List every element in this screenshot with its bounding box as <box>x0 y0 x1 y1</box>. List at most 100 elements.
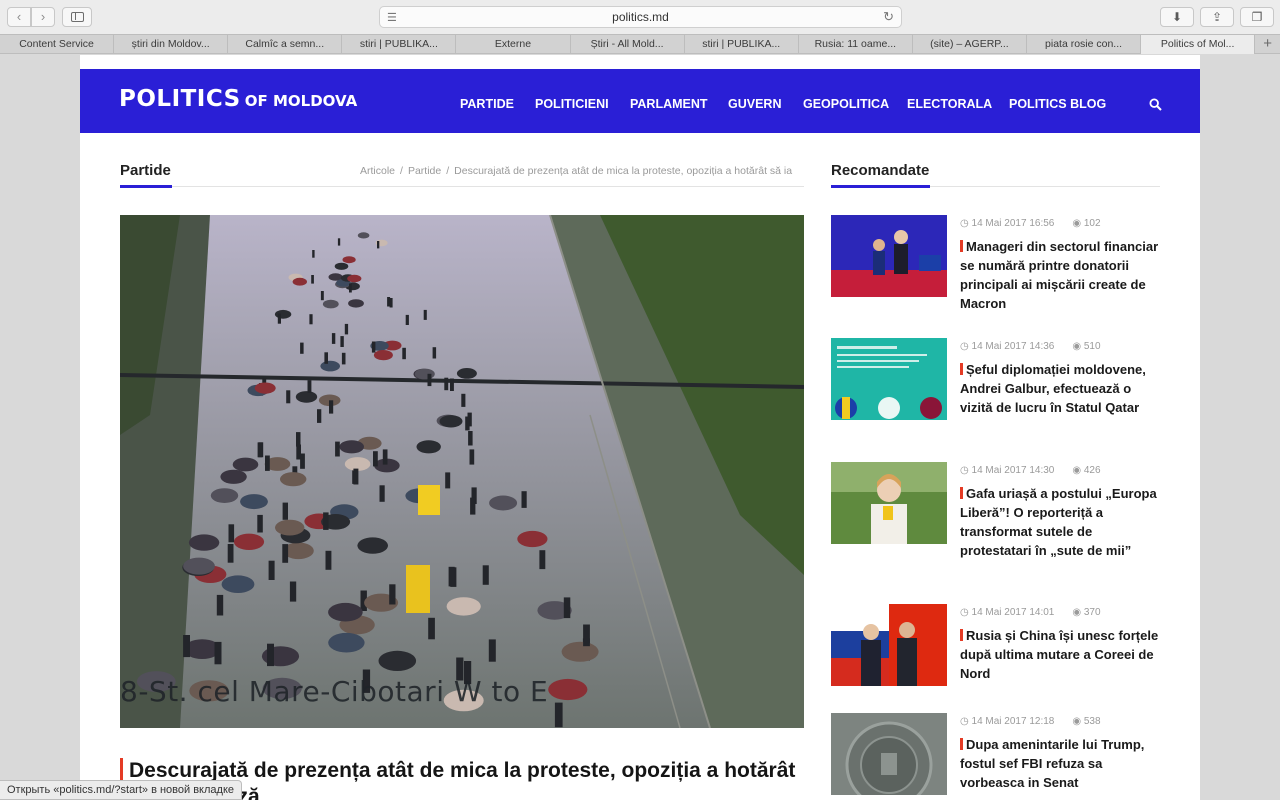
person-shape <box>282 502 288 520</box>
nav-partide[interactable]: PARTIDE <box>460 97 514 111</box>
person-shape <box>183 635 190 658</box>
umbrella-shape <box>183 557 215 575</box>
reload-icon[interactable]: ↻ <box>883 9 894 25</box>
person-shape <box>423 309 427 320</box>
browser-tab[interactable]: stiri | PUBLIKA... <box>342 35 457 54</box>
flag-shape <box>406 565 430 613</box>
browser-tab[interactable]: știri din Moldov... <box>114 35 229 54</box>
umbrella-shape <box>334 262 349 270</box>
recommended-thumbnail[interactable] <box>831 338 947 420</box>
breadcrumb-item-partide[interactable]: Partide <box>408 165 441 177</box>
recommended-views: 370 <box>1083 607 1101 618</box>
umbrella-shape <box>348 299 364 308</box>
browser-tab[interactable]: (site) – AGERP... <box>913 35 1027 54</box>
recommended-headline-text: Dupa amenintarile lui Trump, fostul sef … <box>960 737 1145 790</box>
breadcrumb: Articole / Partide / Descurajată de prezența… <box>360 165 804 177</box>
browser-tab[interactable]: Calmîc a semn... <box>228 35 343 54</box>
downloads-button[interactable]: ⬇ <box>1160 7 1194 27</box>
recommended-headline[interactable]: Manageri din sectorul financiar se număr… <box>960 237 1160 313</box>
person-shape <box>461 393 466 407</box>
accent-bar <box>960 487 963 499</box>
person-shape <box>323 512 329 530</box>
nav-geopolitica[interactable]: GEOPOLITICA <box>803 97 889 111</box>
recommended-thumbnail[interactable] <box>831 462 947 544</box>
web-page: POLITICS OF MOLDOVA PARTIDE POLITICIENI P… <box>80 55 1200 800</box>
breadcrumb-item-current: Descurajată de prezența atât de mica la … <box>454 165 793 177</box>
show-tabs-button[interactable]: ❐ <box>1240 7 1274 27</box>
browser-tab[interactable]: Content Service <box>0 35 115 54</box>
person-shape <box>227 544 234 563</box>
umbrella-shape <box>339 440 364 454</box>
share-button[interactable]: ⇪ <box>1200 7 1234 27</box>
browser-toolbar: ‹ › ☰ politics.md ↻ ⬇ ⇪ ❐ <box>0 0 1280 34</box>
person-shape <box>405 314 409 325</box>
browser-tab[interactable]: piata rosie con... <box>1027 35 1142 54</box>
person-shape <box>268 560 275 580</box>
recommended-date: 14 Mai 2017 14:01 <box>971 607 1055 618</box>
recommended-views: 538 <box>1083 716 1101 727</box>
recommended-meta: ◷ 14 Mai 2017 16:56 ◉ 102 <box>960 218 1101 229</box>
address-bar[interactable]: ☰ politics.md ↻ <box>379 6 902 28</box>
reporter-photo <box>831 462 947 544</box>
person-shape <box>468 431 473 446</box>
nav-electorala[interactable]: ELECTORALA <box>907 97 992 111</box>
umbrella-shape <box>548 678 588 701</box>
umbrella-shape <box>561 641 599 662</box>
sidebar-toggle-button[interactable] <box>62 7 92 27</box>
moldova-qatar-graphic <box>831 338 947 420</box>
nav-politics-blog[interactable]: POLITICS BLOG <box>1009 97 1106 111</box>
recommended-date: 14 Mai 2017 16:56 <box>971 218 1055 229</box>
person-shape <box>469 449 475 465</box>
recommended-headline[interactable]: Rusia și China își unesc forțele după ul… <box>960 626 1160 683</box>
clock-icon: ◷ <box>960 341 969 352</box>
recommended-headline[interactable]: Gafa uriașă a postului „Europa Liberă”! … <box>960 484 1160 560</box>
browser-tab[interactable]: stiri | PUBLIKA... <box>685 35 799 54</box>
person-shape <box>320 291 324 301</box>
recommended-underline <box>831 185 1160 188</box>
person-shape <box>482 565 489 585</box>
umbrella-shape <box>328 632 365 653</box>
breadcrumb-item-articole[interactable]: Articole <box>360 165 395 177</box>
person-shape <box>312 250 315 258</box>
recommended-thumbnail[interactable] <box>831 713 947 795</box>
person-shape <box>402 347 406 360</box>
person-shape <box>214 641 222 665</box>
umbrella-shape <box>322 299 339 309</box>
browser-tab[interactable]: Externe <box>456 35 571 54</box>
person-shape <box>371 341 376 353</box>
nav-parlament[interactable]: PARLAMENT <box>630 97 708 111</box>
umbrella-shape <box>439 415 463 428</box>
recommended-thumbnail[interactable] <box>831 604 947 686</box>
forward-button[interactable]: › <box>31 7 55 27</box>
person-shape <box>289 581 297 602</box>
camera-caption: 8-St. cel Mare-Cibotari W to E <box>120 675 549 708</box>
person-shape <box>353 468 359 485</box>
breadcrumb-separator: / <box>446 165 450 177</box>
new-tab-button[interactable]: + <box>1255 35 1280 53</box>
person-shape <box>311 275 314 284</box>
browser-tab[interactable]: Politics of Mol... <box>1141 35 1256 54</box>
recommended-thumbnail[interactable] <box>831 215 947 297</box>
recommended-headline[interactable]: Șeful diplomației moldovene, Andrei Galb… <box>960 360 1160 417</box>
person-shape <box>265 455 270 471</box>
site-logo[interactable]: POLITICS OF MOLDOVA <box>119 86 357 112</box>
sidebar-icon <box>71 12 84 22</box>
recommended-headline[interactable]: Dupa amenintarile lui Trump, fostul sef … <box>960 735 1160 792</box>
umbrella-shape <box>254 382 276 394</box>
recommended-headline-text: Manageri din sectorul financiar se număr… <box>960 239 1159 311</box>
person-shape <box>286 390 291 404</box>
accent-bar <box>960 363 963 375</box>
person-shape <box>317 409 322 423</box>
umbrella-shape <box>188 534 220 551</box>
browser-tab[interactable]: Știri - All Mold... <box>571 35 685 54</box>
logo-sub-text: OF MOLDOVA <box>244 92 358 110</box>
nav-guvern[interactable]: GUVERN <box>728 97 781 111</box>
umbrella-shape <box>347 274 362 283</box>
logo-main-text: POLITICS <box>119 86 241 112</box>
section-title[interactable]: Partide <box>120 162 171 179</box>
nav-politicieni[interactable]: POLITICIENI <box>535 97 609 111</box>
back-button[interactable]: ‹ <box>7 7 31 27</box>
eye-icon: ◉ <box>1072 607 1082 618</box>
search-icon[interactable] <box>1149 98 1162 111</box>
browser-tab[interactable]: Rusia: 11 oame... <box>799 35 913 54</box>
